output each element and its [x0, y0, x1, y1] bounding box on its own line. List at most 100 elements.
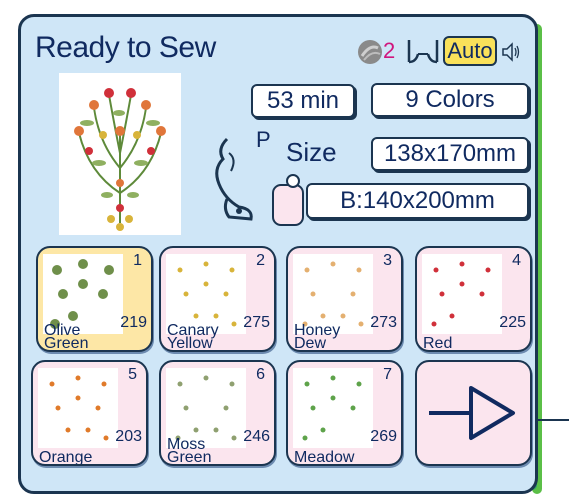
stitch-count: 203 — [115, 428, 142, 445]
stitch-mark — [304, 381, 310, 387]
stitch-mark — [223, 291, 229, 297]
stitch-mark — [350, 405, 356, 411]
thread-tile-3[interactable]: 3 273 Honey Dew — [286, 246, 403, 352]
stitch-mark — [78, 279, 88, 289]
stitch-mark — [449, 313, 455, 319]
thread-number: 3 — [383, 252, 392, 269]
thread-number: 4 — [512, 252, 521, 269]
stitch-count: 275 — [243, 314, 270, 331]
stitch-mark — [193, 313, 199, 319]
stitch-mark — [75, 375, 81, 381]
sew-panel: Ready to Sew 2 Auto 53 min 9 Colors P Si… — [18, 14, 538, 494]
presser-foot-icon[interactable] — [406, 38, 440, 66]
page-title: Ready to Sew — [35, 31, 216, 64]
design-preview — [59, 73, 181, 235]
stitch-mark — [213, 427, 219, 433]
sew-time: 53 min — [251, 84, 355, 118]
stitch-mark — [229, 381, 235, 387]
stitch-mark — [310, 405, 316, 411]
stitch-mark — [356, 381, 362, 387]
stitch-mark — [65, 427, 71, 433]
stitch-mark — [101, 381, 107, 387]
stitch-count: 225 — [499, 314, 526, 331]
color-count: 9 Colors — [371, 83, 529, 117]
stitch-mark — [330, 261, 336, 267]
stitch-mark — [231, 321, 237, 327]
thread-thumbnail — [422, 254, 502, 334]
stitch-mark — [330, 375, 336, 381]
stitch-mark — [320, 313, 326, 319]
stitch-mark — [95, 405, 101, 411]
stitch-mark — [330, 395, 336, 401]
stitch-mark — [52, 265, 62, 275]
stitch-count: 273 — [370, 314, 397, 331]
stitch-mark — [203, 375, 209, 381]
auto-button[interactable]: Auto — [443, 36, 497, 66]
design-thumbnail — [74, 88, 166, 231]
thread-thumbnail — [293, 368, 373, 448]
stitch-mark — [85, 427, 91, 433]
side-tick-mark — [538, 419, 569, 421]
thread-name: Meadow — [294, 449, 355, 466]
stitch-mark — [55, 405, 61, 411]
thread-tile-7[interactable]: 7 269 Meadow — [286, 360, 403, 466]
thread-name: Olive Green — [44, 322, 89, 352]
stitch-mark — [213, 313, 219, 319]
stitch-mark — [104, 265, 114, 275]
stitch-mark — [203, 281, 209, 287]
hoop-size: B:140x200mm — [306, 183, 529, 219]
stitch-mark — [98, 289, 108, 299]
thread-tile-2[interactable]: 2 275 Canary Yellow — [159, 246, 276, 352]
speaker-icon[interactable] — [501, 40, 521, 64]
stitch-mark — [183, 405, 189, 411]
thread-spool-icon — [358, 40, 382, 64]
stitch-mark — [75, 395, 81, 401]
stitch-mark — [231, 435, 237, 441]
stitch-mark — [58, 289, 68, 299]
stitch-mark — [459, 261, 465, 267]
thread-name: Moss Green — [167, 436, 212, 466]
arrow-right-icon — [429, 386, 515, 440]
stitch-mark — [439, 291, 445, 297]
stitch-mark — [320, 427, 326, 433]
stitch-mark — [304, 267, 310, 273]
stitch-mark — [485, 267, 491, 273]
stitch-mark — [358, 321, 364, 327]
stitch-count: 219 — [120, 314, 147, 331]
thread-name: Orange — [39, 449, 93, 466]
stitch-mark — [310, 291, 316, 297]
thread-tile-1[interactable]: 1 219 Olive Green — [36, 246, 153, 352]
thread-tile-4[interactable]: 4 225 Red — [415, 246, 532, 352]
stitch-mark — [49, 381, 55, 387]
next-page-button[interactable] — [415, 360, 532, 466]
thread-number: 1 — [133, 252, 142, 269]
stitch-mark — [479, 291, 485, 297]
presser-foot-p-icon — [215, 137, 253, 221]
stitch-mark — [302, 435, 308, 441]
thread-name: Canary Yellow — [167, 322, 219, 352]
needle-count: 2 — [383, 38, 396, 63]
stitch-mark — [340, 313, 346, 319]
presser-foot-label: P — [256, 127, 271, 152]
stitch-mark — [431, 321, 437, 327]
stitch-mark — [459, 281, 465, 287]
stitch-mark — [433, 267, 439, 273]
stitch-mark — [229, 267, 235, 273]
stitch-count: 246 — [243, 428, 270, 445]
stitch-mark — [350, 291, 356, 297]
hoop-icon — [272, 174, 304, 226]
thread-thumbnail — [38, 368, 118, 448]
stitch-mark — [223, 405, 229, 411]
stitch-mark — [203, 261, 209, 267]
thread-number: 5 — [128, 366, 137, 383]
thread-number: 7 — [383, 366, 392, 383]
stitch-mark — [177, 267, 183, 273]
thread-tile-5[interactable]: 5 203 Orange — [31, 360, 148, 466]
stitch-mark — [356, 267, 362, 273]
thread-name: Honey Dew — [294, 322, 341, 352]
stitch-mark — [183, 291, 189, 297]
thread-tile-6[interactable]: 6 246 Moss Green — [159, 360, 276, 466]
stitch-count: 269 — [370, 428, 397, 445]
stitch-mark — [78, 259, 88, 269]
thread-name: Red — [423, 335, 453, 352]
